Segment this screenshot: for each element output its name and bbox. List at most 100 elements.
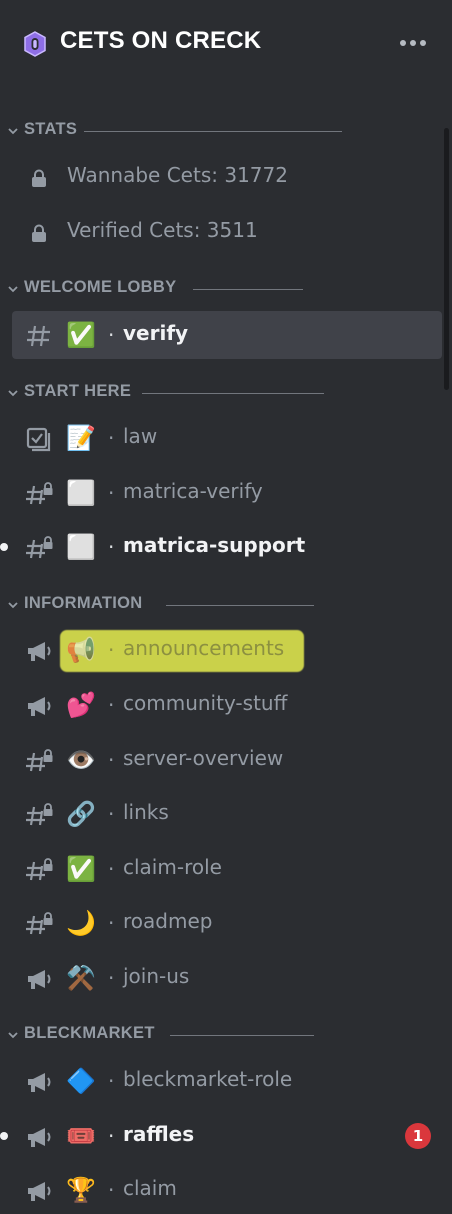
channel-emoji: ✅: [66, 855, 96, 883]
locked-hashtag-icon: [26, 749, 53, 772]
channel-emoji: 🔗: [66, 800, 96, 828]
category-start-here[interactable]: START HERE: [0, 380, 452, 406]
locked-hashtag-icon: [26, 803, 53, 826]
channel-roadmep[interactable]: 🌙 · roadmep: [12, 899, 442, 947]
lock-icon: [32, 224, 46, 242]
separator-dot: ·: [108, 911, 115, 935]
megaphone-icon: [28, 1128, 51, 1147]
category-stats[interactable]: STATS: [0, 118, 452, 144]
channel-join-us[interactable]: ⚒️ · join-us: [12, 954, 442, 1002]
locked-hashtag-icon: [26, 912, 53, 935]
megaphone-icon: [28, 1182, 51, 1201]
divider: [170, 1035, 314, 1036]
chevron-down-icon: [8, 128, 18, 135]
megaphone-icon: [28, 970, 51, 989]
server-header[interactable]: CETS ON CRECK: [0, 0, 452, 90]
separator-dot: ·: [108, 1178, 115, 1202]
channel-claim-role[interactable]: ✅ · claim-role: [12, 845, 442, 893]
channel-links[interactable]: 🔗 · links: [12, 790, 442, 838]
separator-dot: ·: [108, 966, 115, 990]
channel-emoji: 📝: [66, 424, 96, 452]
unread-indicator: [0, 543, 8, 551]
megaphone-icon: [28, 642, 51, 661]
divider: [84, 131, 342, 132]
channel-name: claim-role: [123, 855, 222, 879]
category-label: STATS: [24, 120, 78, 138]
channel-name: verify: [123, 321, 189, 345]
hashtag-icon: [27, 325, 50, 347]
channel-emoji: 👁️: [66, 746, 96, 774]
channel-emoji: 📢: [66, 636, 96, 664]
separator-dot: ·: [108, 323, 115, 347]
channel-name: server-overview: [123, 746, 284, 770]
channel-name: matrica-support: [123, 533, 306, 557]
category-information[interactable]: INFORMATION: [0, 592, 452, 618]
channel-emoji: ⬜: [66, 479, 96, 507]
category-label: START HERE: [24, 382, 132, 400]
category-welcome-lobby[interactable]: WELCOME LOBBY: [0, 276, 452, 302]
channel-law[interactable]: 📝 · law: [12, 414, 442, 462]
channel-name: join-us: [123, 964, 190, 988]
channel-server-overview[interactable]: 👁️ · server-overview: [12, 736, 442, 784]
channel-emoji: ⚒️: [66, 964, 96, 992]
channel-name: matrica-verify: [123, 479, 263, 503]
chevron-down-icon: [8, 286, 18, 293]
channel-name: announcements: [123, 636, 285, 660]
separator-dot: ·: [108, 1069, 115, 1093]
channel-emoji: 🔷: [66, 1067, 96, 1095]
more-dots-icon[interactable]: [398, 36, 428, 50]
locked-hashtag-icon: [26, 482, 53, 505]
chevron-down-icon: [8, 602, 18, 609]
channel-emoji: ⬜: [66, 533, 96, 561]
megaphone-icon: [28, 1073, 51, 1092]
channel-raffles[interactable]: 🎟️ · raffles 1: [0, 1112, 442, 1160]
separator-dot: ·: [108, 481, 115, 505]
separator-dot: ·: [108, 857, 115, 881]
category-label: WELCOME LOBBY: [24, 278, 177, 296]
divider: [193, 289, 303, 290]
unread-indicator: [0, 1132, 8, 1140]
server-icon: [24, 31, 46, 57]
channel-matrica-verify[interactable]: ⬜ · matrica-verify: [12, 469, 442, 517]
server-name: CETS ON CRECK: [60, 27, 262, 54]
stat-wannabe-cets: Wannabe Cets: 31772: [0, 157, 452, 197]
channel-name: raffles: [123, 1122, 195, 1146]
separator-dot: ·: [108, 693, 115, 717]
channel-matrica-support[interactable]: ⬜ · matrica-support: [0, 523, 442, 571]
channel-name: law: [123, 424, 158, 448]
stat-label: Verified Cets: 3511: [67, 218, 258, 242]
locked-hashtag-icon: [26, 536, 53, 559]
channel-name: claim: [123, 1176, 177, 1200]
channel-verify[interactable]: ✅ · verify: [12, 311, 442, 359]
channel-announcements[interactable]: 📢 · announcements: [12, 626, 442, 674]
stat-verified-cets: Verified Cets: 3511: [0, 212, 452, 252]
channel-community-stuff[interactable]: 💕 · community-stuff: [12, 681, 442, 729]
separator-dot: ·: [108, 748, 115, 772]
divider: [166, 605, 314, 606]
lock-icon: [32, 169, 46, 187]
channel-name: roadmep: [123, 909, 213, 933]
channel-bleckmarket-role[interactable]: 🔷 · bleckmarket-role: [12, 1057, 442, 1105]
channel-emoji: ✅: [66, 321, 96, 349]
divider: [142, 393, 324, 394]
megaphone-icon: [28, 697, 51, 716]
channel-name: links: [123, 800, 169, 824]
chevron-down-icon: [8, 1032, 18, 1039]
separator-dot: ·: [108, 1124, 115, 1148]
category-bleckmarket[interactable]: BLECKMARKET: [0, 1022, 452, 1048]
channel-emoji: 🎟️: [66, 1122, 96, 1150]
separator-dot: ·: [108, 802, 115, 826]
rules-checkbox-icon: [26, 427, 51, 452]
separator-dot: ·: [108, 426, 115, 450]
separator-dot: ·: [108, 535, 115, 559]
channel-emoji: 💕: [66, 691, 96, 719]
category-label: INFORMATION: [24, 594, 143, 612]
chevron-down-icon: [8, 390, 18, 397]
channel-name: bleckmarket-role: [123, 1067, 293, 1091]
channel-emoji: 🌙: [66, 909, 96, 937]
mention-badge: 1: [405, 1123, 431, 1149]
channel-name: community-stuff: [123, 691, 288, 715]
channel-claim[interactable]: 🏆 · claim: [12, 1166, 442, 1214]
locked-hashtag-icon: [26, 858, 53, 881]
stat-label: Wannabe Cets: 31772: [67, 163, 288, 187]
